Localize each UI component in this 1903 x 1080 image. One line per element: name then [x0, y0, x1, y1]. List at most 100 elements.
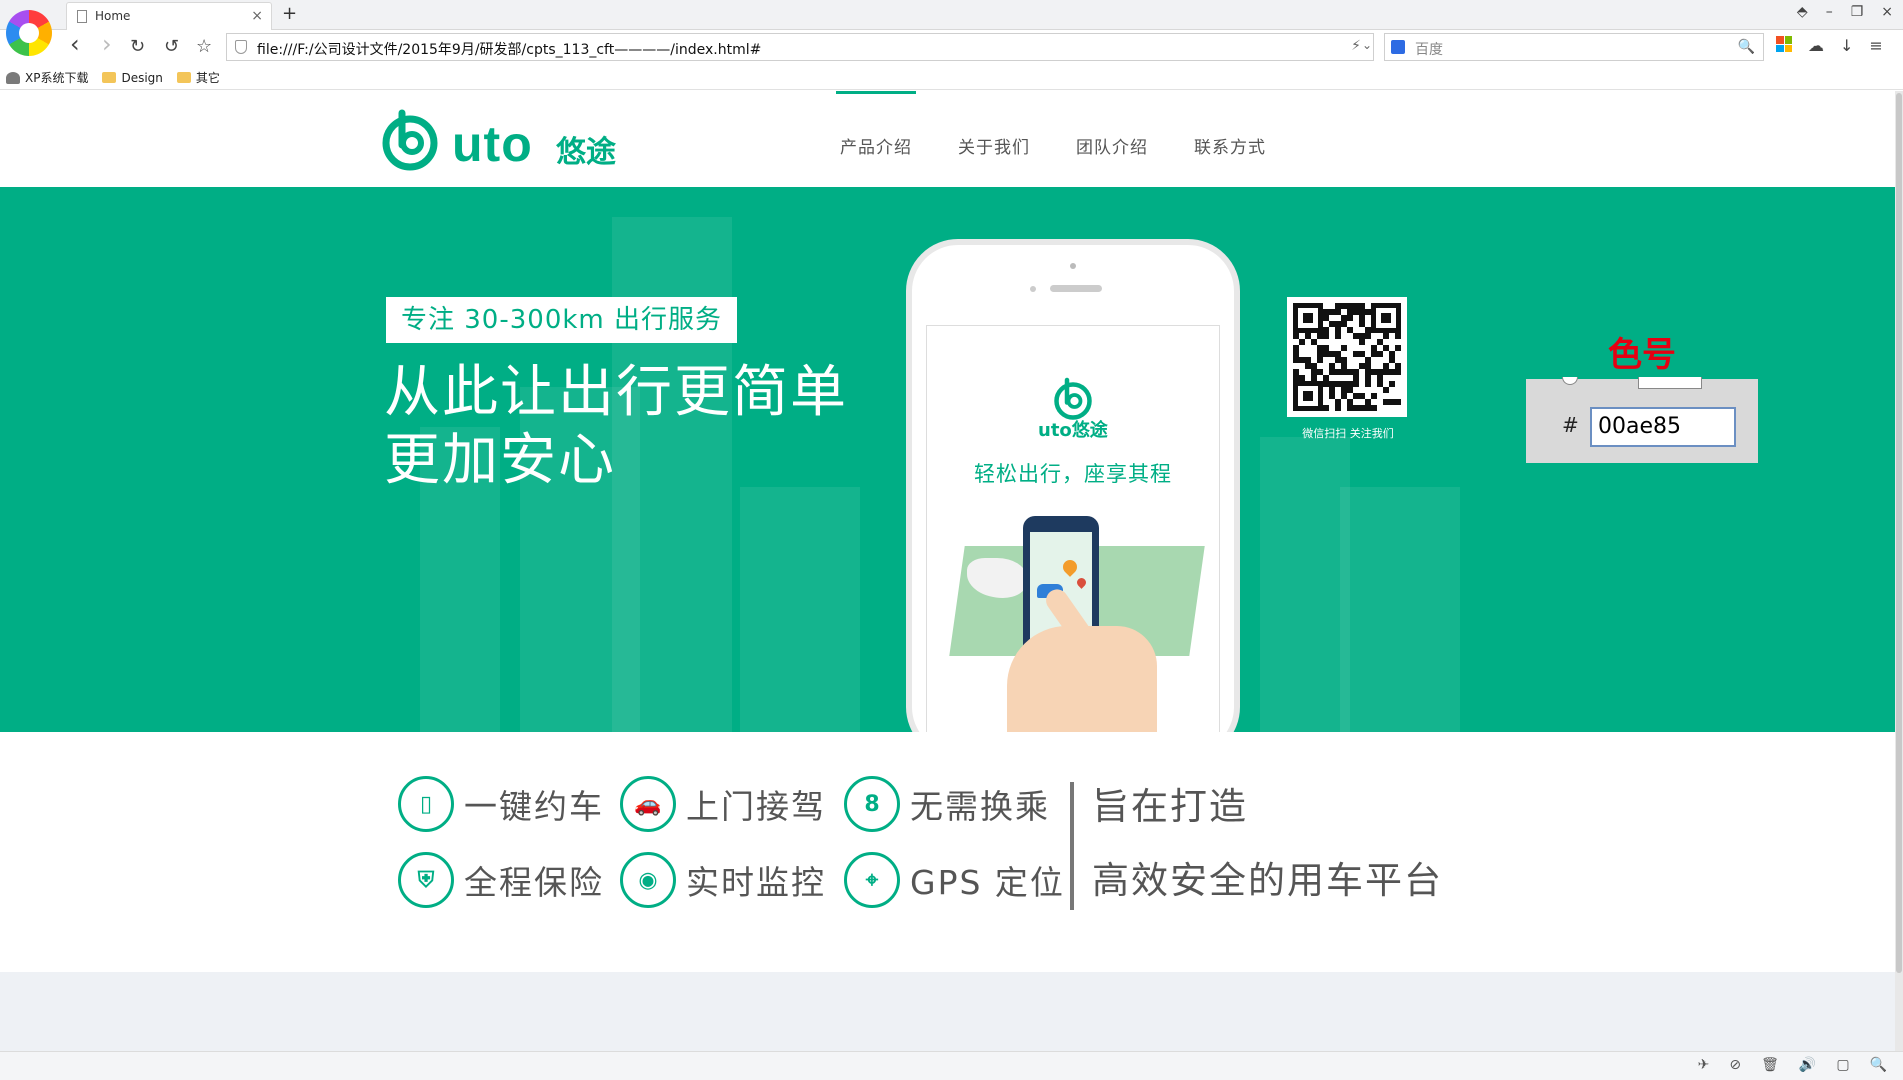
window-icon[interactable]: ▢: [1836, 1057, 1849, 1073]
address-dropdown-icon[interactable]: ⌄: [1362, 38, 1372, 52]
download-icon[interactable]: ↓: [1840, 36, 1853, 55]
undo-icon[interactable]: ↺: [164, 36, 179, 57]
phone-camera: [1070, 263, 1076, 269]
trash-icon[interactable]: 🗑: [1761, 1057, 1779, 1073]
browser-navbar: ‹ › ↻ ↺ ☆ file:///F:/公司设计文件/2015年9月/研发部/…: [0, 30, 1903, 66]
folder-icon: [176, 72, 191, 83]
logo-word: uto: [452, 116, 533, 172]
color-code-label: 色号: [1608, 335, 1676, 375]
close-window-icon[interactable]: ×: [1881, 4, 1893, 20]
search-input[interactable]: 百度: [1415, 39, 1443, 59]
maximize-icon[interactable]: ❐: [1851, 4, 1864, 20]
camera-icon: ◉: [620, 852, 676, 908]
headline-line-1: 从此让出行更简单: [384, 360, 848, 425]
feature-label: 一键约车: [464, 787, 604, 826]
feature-monitoring: ◉ 实时监控: [620, 852, 826, 908]
phone-slogan: 轻松出行，座享其程: [974, 462, 1172, 486]
bookmark-label: Design: [121, 70, 163, 85]
hash-label: #: [1562, 413, 1579, 437]
search-box[interactable]: 百度 🔍: [1384, 33, 1764, 61]
qr-code[interactable]: [1287, 297, 1407, 417]
building-decor: [1260, 437, 1350, 732]
menu-item-about[interactable]: 关于我们: [958, 91, 1030, 187]
service-tag: 专注 30-300km 出行服务: [386, 297, 738, 343]
menu-icon[interactable]: ≡: [1869, 36, 1882, 55]
browser-tab-bar: Home × + ⬘ – ❐ ×: [0, 0, 1903, 30]
feature-insurance: ⛨ 全程保险: [398, 852, 604, 908]
feature-label: 全程保险: [464, 863, 604, 902]
hero-headline: 从此让出行更简单 更加安心: [384, 359, 848, 495]
address-bar[interactable]: file:///F:/公司设计文件/2015年9月/研发部/cpts_113_c…: [226, 33, 1374, 61]
status-icons: ✈ ⊘ 🗑 🔊 ▢ 🔍: [1698, 1057, 1887, 1073]
block-icon[interactable]: ⊘: [1729, 1057, 1741, 1073]
xp-icon: [6, 71, 20, 84]
bookmark-star-icon[interactable]: ☆: [196, 36, 212, 57]
sound-icon[interactable]: 🔊: [1799, 1057, 1816, 1073]
zoom-icon[interactable]: 🔍: [1870, 1057, 1887, 1073]
car-icon: 🚗: [620, 776, 676, 832]
lightning-icon[interactable]: ⚡: [1351, 38, 1361, 54]
feature-label: 无需换乘: [910, 787, 1050, 826]
browser-tools: ☁ ↓ ≡: [1776, 36, 1883, 55]
building-decor: [1340, 487, 1460, 732]
phone-logo-word: uto悠途: [1038, 420, 1108, 441]
headline-line-2: 更加安心: [384, 428, 616, 493]
feature-divider: [1070, 782, 1074, 910]
new-tab-button[interactable]: +: [282, 3, 297, 24]
plane-icon[interactable]: ✈: [1698, 1057, 1710, 1073]
forward-icon[interactable]: ›: [102, 30, 112, 58]
web-page: uto 悠途 产品介绍 关于我们 团队介绍 联系方式 专注 30-300km 出…: [0, 91, 1903, 1051]
feature-one-click: ▯ 一键约车: [398, 776, 604, 832]
features-section: ▯ 一键约车 🚗 上门接驾 8 无需换乘 ⛨ 全程保险 ◉ 实时监控 ⌖ GPS…: [0, 732, 1903, 972]
qr-caption: 微信扫扫 关注我们: [1302, 427, 1394, 440]
bookmark-design[interactable]: Design: [102, 70, 163, 85]
browser-logo-icon[interactable]: [6, 10, 52, 56]
phone-screen: uto悠途 轻松出行，座享其程: [926, 325, 1220, 732]
folder-icon: [102, 72, 117, 83]
feature-gps: ⌖ GPS 定位: [844, 852, 1065, 908]
feature-no-transfer: 8 无需换乘: [844, 776, 1050, 832]
menu-item-product[interactable]: 产品介绍: [836, 91, 916, 187]
back-icon[interactable]: ‹: [70, 30, 80, 58]
skin-icon[interactable]: ⬘: [1797, 4, 1808, 20]
color-picker-panel: # 00ae85: [1526, 377, 1758, 463]
cloud-icon[interactable]: ☁: [1808, 36, 1824, 55]
feature-label: 实时监控: [686, 863, 826, 902]
bookmark-other[interactable]: 其它: [176, 69, 220, 86]
tab-home[interactable]: Home ×: [66, 2, 272, 30]
shield-icon: [235, 40, 247, 54]
scrollbar-thumb[interactable]: [1896, 93, 1902, 973]
window-controls: ⬘ – ❐ ×: [1797, 4, 1893, 20]
phone-sensor: [1030, 286, 1036, 292]
phone-mockup: uto悠途 轻松出行，座享其程: [906, 239, 1240, 732]
address-url[interactable]: file:///F:/公司设计文件/2015年9月/研发部/cpts_113_c…: [257, 39, 761, 59]
bookmark-label: 其它: [195, 71, 220, 85]
tab-title: Home: [95, 9, 131, 23]
feature-pickup: 🚗 上门接驾: [620, 776, 826, 832]
tab-close-icon[interactable]: ×: [251, 8, 263, 24]
footer-band: [0, 972, 1903, 1051]
page-icon: [77, 10, 87, 23]
hero-banner: 专注 30-300km 出行服务 从此让出行更简单 更加安心 uto悠途 轻松出…: [0, 187, 1903, 732]
apps-icon[interactable]: [1776, 36, 1792, 52]
baidu-icon: [1391, 40, 1405, 54]
reload-icon[interactable]: ↻: [130, 36, 145, 57]
map-icon: ⌖: [844, 852, 900, 908]
search-icon[interactable]: 🔍: [1738, 39, 1755, 55]
shield-icon: ⛨: [398, 852, 454, 908]
site-header: uto 悠途 产品介绍 关于我们 团队介绍 联系方式: [0, 91, 1903, 187]
uto-logo[interactable]: uto 悠途: [378, 109, 624, 173]
feature-label: GPS 定位: [910, 863, 1065, 902]
hex-color-input[interactable]: 00ae85: [1590, 407, 1736, 447]
menu-item-contact[interactable]: 联系方式: [1194, 91, 1266, 187]
status-bar: ✈ ⊘ 🗑 🔊 ▢ 🔍: [0, 1051, 1903, 1080]
feature-label: 上门接驾: [686, 787, 826, 826]
mission-line-1: 旨在打造: [1092, 785, 1248, 828]
phone-icon: ▯: [398, 776, 454, 832]
uto-logo-small-icon: [1054, 377, 1092, 420]
phone-speaker: [1050, 285, 1102, 292]
menu-item-team[interactable]: 团队介绍: [1076, 91, 1148, 187]
minimize-icon[interactable]: –: [1826, 4, 1833, 20]
bookmark-xp[interactable]: XP系统下载: [6, 69, 88, 86]
bookmark-label: XP系统下载: [25, 71, 89, 85]
